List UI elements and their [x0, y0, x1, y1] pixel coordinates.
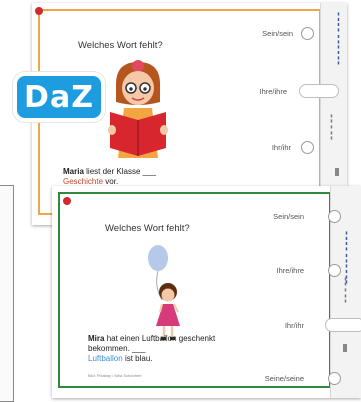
sentence-text: hat einen Luftballon geschenkt bekommen.…	[88, 334, 216, 353]
sentence-text: liest der Klasse ___	[86, 167, 156, 176]
daz-badge: DaZ	[13, 72, 105, 122]
sidebar-code: ▮▮ ▮ ▮▮	[343, 276, 348, 304]
sentence-highlight: Luftballon	[88, 354, 123, 363]
sentence-end: ist blau.	[124, 354, 153, 363]
question-title: Welches Wort fehlt?	[105, 223, 190, 234]
option-radio-1[interactable]	[301, 27, 314, 40]
image-credit: Bild: Pixabay / Mira Schönherr	[88, 373, 142, 378]
red-dot-icon	[63, 197, 71, 205]
red-dot-icon	[35, 7, 43, 15]
option-label-3: Ihr/ihr	[271, 143, 291, 152]
sidebar-marker	[343, 344, 347, 352]
option-label-4: Seine/seine	[264, 374, 304, 383]
option-pill-2[interactable]	[299, 84, 339, 98]
girl-balloon-illustration	[148, 245, 180, 340]
sentence-highlight: Geschichte	[63, 177, 104, 186]
option-radio-2[interactable]	[328, 264, 341, 277]
sentence-name: Maria	[63, 167, 84, 176]
question-sentence: Mira hat einen Luftballon geschenkt beko…	[88, 334, 238, 364]
option-label-2: Ihre/ihre	[259, 87, 287, 96]
question-sentence: Maria liest der Klasse ___ Geschichte vo…	[63, 167, 213, 187]
sidebar-marker	[335, 168, 339, 176]
option-radio-1[interactable]	[328, 210, 341, 223]
sentence-end: vor.	[105, 177, 119, 186]
option-label-1: Sein/sein	[273, 212, 304, 221]
daz-label: DaZ	[24, 79, 94, 115]
quiz-card-2[interactable]: ▮▮▮▮ ▮▮▮▮▮▮ ▮▮ ▮ ▮▮ Welches Wort fehlt? …	[52, 186, 361, 398]
background-card	[0, 185, 14, 402]
option-label-2: Ihre/ihre	[276, 266, 304, 275]
question-title: Welches Wort fehlt?	[78, 40, 163, 51]
option-pill-3[interactable]	[325, 318, 361, 332]
option-radio-4[interactable]	[328, 372, 341, 385]
option-radio-3[interactable]	[301, 141, 314, 154]
option-label-1: Sein/sein	[262, 29, 293, 38]
girl-reading-illustration	[108, 60, 168, 158]
sidebar-label: ▮▮▮▮ ▮▮▮▮▮▮	[336, 11, 341, 66]
sidebar-code: ▮▮ ▮ ▮▮	[329, 113, 334, 141]
sentence-name: Mira	[88, 334, 105, 343]
option-label-3: Ihr/ihr	[284, 321, 304, 330]
